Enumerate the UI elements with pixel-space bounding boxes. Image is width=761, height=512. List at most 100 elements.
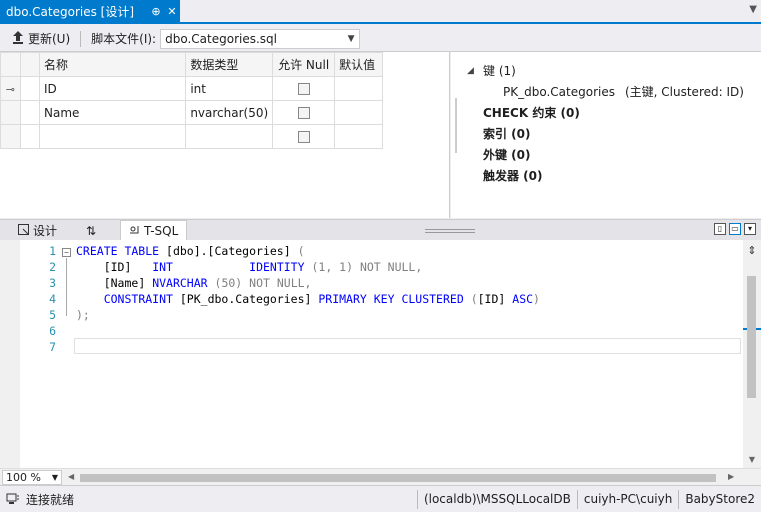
cell-default[interactable] xyxy=(334,76,383,101)
code-line-4: CONSTRAINT [PK_dbo.Categories] PRIMARY K… xyxy=(103,292,540,306)
horizontal-scroll-thumb[interactable] xyxy=(80,474,716,482)
toolbar-separator xyxy=(80,30,82,47)
status-bar: 连接就绪 (localdb)\MSSQLLocalDB cuiyh-PC\cui… xyxy=(0,485,761,512)
sql-editor[interactable]: 1 2 3 4 5 6 7 − CREATE TABLE [dbo].[Cate… xyxy=(0,240,743,468)
toolbar: 更新(U) 脚本文件(I): dbo.Categories.sql ▼ xyxy=(0,26,761,52)
chevron-down-icon[interactable]: ▼ xyxy=(49,473,61,482)
update-button[interactable]: 更新(U) xyxy=(8,28,74,50)
row-gap-cell xyxy=(19,100,40,125)
code-line-3: [Name] NVARCHAR (50) NOT NULL, xyxy=(103,276,312,290)
expanded-triangle-icon[interactable]: ◢ xyxy=(467,66,483,76)
server-name: (localdb)\MSSQLLocalDB xyxy=(416,489,577,509)
close-icon[interactable]: ✕ xyxy=(164,5,180,18)
cell-name[interactable]: Name xyxy=(38,100,187,125)
index-label: 索引 (0) xyxy=(483,127,531,141)
table-properties-panel: ◢ 键 (1) PK_dbo.Categories (主键, Clustered… xyxy=(451,52,761,218)
horizontal-bar: 100 % ▼ ◀ ▶ xyxy=(0,468,761,485)
cell-allow-null[interactable] xyxy=(272,124,336,149)
grid-row-filler xyxy=(383,77,449,101)
trigger-label: 触发器 (0) xyxy=(483,169,543,183)
row-selector[interactable] xyxy=(0,100,21,125)
script-file-combo[interactable]: dbo.Categories.sql ▼ xyxy=(160,28,361,49)
split-window-icon[interactable]: ⇕ xyxy=(746,244,758,258)
code-line-5: ); xyxy=(76,308,90,322)
chevron-down-icon[interactable]: ▼ xyxy=(343,34,359,44)
keys-label: 键 (1) xyxy=(483,64,516,78)
cell-type[interactable] xyxy=(185,124,274,149)
check-group[interactable]: CHECK 约束 (0) xyxy=(467,102,761,123)
vertical-scroll-thumb[interactable] xyxy=(747,276,756,398)
allow-null-checkbox[interactable] xyxy=(297,131,310,143)
row-selector[interactable] xyxy=(0,124,21,149)
fk-group[interactable]: 外键 (0) xyxy=(467,144,761,165)
tab-tsql[interactable]: T-SQL xyxy=(120,220,188,241)
swap-panes-button[interactable]: ⇅ xyxy=(78,220,104,241)
upload-arrow-icon xyxy=(12,30,24,47)
database-name: BabyStore2 xyxy=(678,489,761,509)
pane-switch-bar: 设计 ⇅ T-SQL ▯ ▭ ▾ xyxy=(0,219,761,241)
tab-list-dropdown-icon[interactable]: ▼ xyxy=(749,4,757,15)
table-row[interactable]: ⊸ ID int xyxy=(0,76,449,101)
grid-header-spacer xyxy=(19,52,40,77)
grid-row-filler xyxy=(383,125,449,149)
fk-label: 外键 (0) xyxy=(483,148,531,162)
row-gap-cell xyxy=(19,76,40,101)
connection-ready-text: 连接就绪 xyxy=(26,492,75,507)
horizontal-split-icon[interactable]: ▭ xyxy=(729,223,741,235)
cell-default[interactable] xyxy=(334,124,383,149)
cell-type[interactable]: nvarchar(50) xyxy=(185,100,274,125)
code-line-2: [ID] INT IDENTITY (1, 1) NOT NULL, xyxy=(103,260,423,274)
row-selector[interactable]: ⊸ xyxy=(0,76,21,101)
grid-header-row: 名称 数据类型 允许 Null 默认值 xyxy=(0,52,449,77)
cell-name[interactable] xyxy=(38,124,187,149)
index-group[interactable]: 索引 (0) xyxy=(467,123,761,144)
design-icon xyxy=(18,223,29,238)
scroll-down-arrow-icon[interactable]: ▼ xyxy=(746,455,758,464)
document-tab-strip: dbo.Categories [设计] ⊕ ✕ ▼ xyxy=(0,0,761,24)
header-name[interactable]: 名称 xyxy=(38,52,187,77)
cell-name[interactable]: ID xyxy=(38,76,187,101)
collapse-pane-icon[interactable]: ▾ xyxy=(744,223,756,235)
line-number: 1 xyxy=(49,244,56,258)
zoom-value: 100 % xyxy=(6,471,41,484)
keys-group[interactable]: ◢ 键 (1) xyxy=(467,60,761,81)
header-type[interactable]: 数据类型 xyxy=(185,52,274,77)
table-row[interactable]: Name nvarchar(50) xyxy=(0,100,449,125)
pane-splitter-grip[interactable] xyxy=(425,229,475,233)
scroll-right-arrow-icon[interactable]: ▶ xyxy=(728,472,734,481)
vertical-split-icon[interactable]: ▯ xyxy=(714,223,726,235)
line-number: 6 xyxy=(49,324,56,338)
collapse-region-icon[interactable]: − xyxy=(62,248,71,257)
update-button-label: 更新(U) xyxy=(28,32,71,46)
row-gap-cell xyxy=(19,124,40,149)
pk-name: PK_dbo.Categories xyxy=(503,84,615,99)
trigger-group[interactable]: 触发器 (0) xyxy=(467,165,761,186)
tsql-icon xyxy=(129,224,140,238)
tab-design[interactable]: 设计 xyxy=(10,220,65,241)
table-row[interactable] xyxy=(0,124,449,149)
line-number: 2 xyxy=(49,260,56,274)
line-number: 7 xyxy=(49,340,56,354)
cell-allow-null[interactable] xyxy=(272,76,336,101)
allow-null-checkbox[interactable] xyxy=(297,83,310,95)
scroll-left-arrow-icon[interactable]: ◀ xyxy=(68,472,74,481)
zoom-combo[interactable]: 100 % ▼ xyxy=(2,470,62,485)
cell-default[interactable] xyxy=(334,100,383,125)
document-tab-title: dbo.Categories [设计] xyxy=(6,4,135,19)
primary-key-item[interactable]: PK_dbo.Categories (主键, Clustered: ID) xyxy=(467,81,761,102)
columns-grid: 名称 数据类型 允许 Null 默认值 ⊸ ID int Name nvarch… xyxy=(0,52,450,218)
header-allow-null[interactable]: 允许 Null xyxy=(272,52,336,77)
line-number: 5 xyxy=(49,308,56,322)
pin-icon[interactable]: ⊕ xyxy=(148,5,164,18)
row-selector-header xyxy=(0,52,21,77)
line-number: 4 xyxy=(49,292,56,306)
cell-type[interactable]: int xyxy=(185,76,274,101)
header-default[interactable]: 默认值 xyxy=(334,52,383,77)
allow-null-checkbox[interactable] xyxy=(297,107,310,119)
tab-tsql-label: T-SQL xyxy=(144,224,179,238)
document-tab[interactable]: dbo.Categories [设计] ⊕ ✕ xyxy=(0,0,180,22)
vertical-scrollbar[interactable]: ⇕ ▼ xyxy=(743,240,761,468)
cell-allow-null[interactable] xyxy=(272,100,336,125)
user-name: cuiyh-PC\cuiyh xyxy=(576,489,678,509)
connected-icon xyxy=(6,491,20,508)
